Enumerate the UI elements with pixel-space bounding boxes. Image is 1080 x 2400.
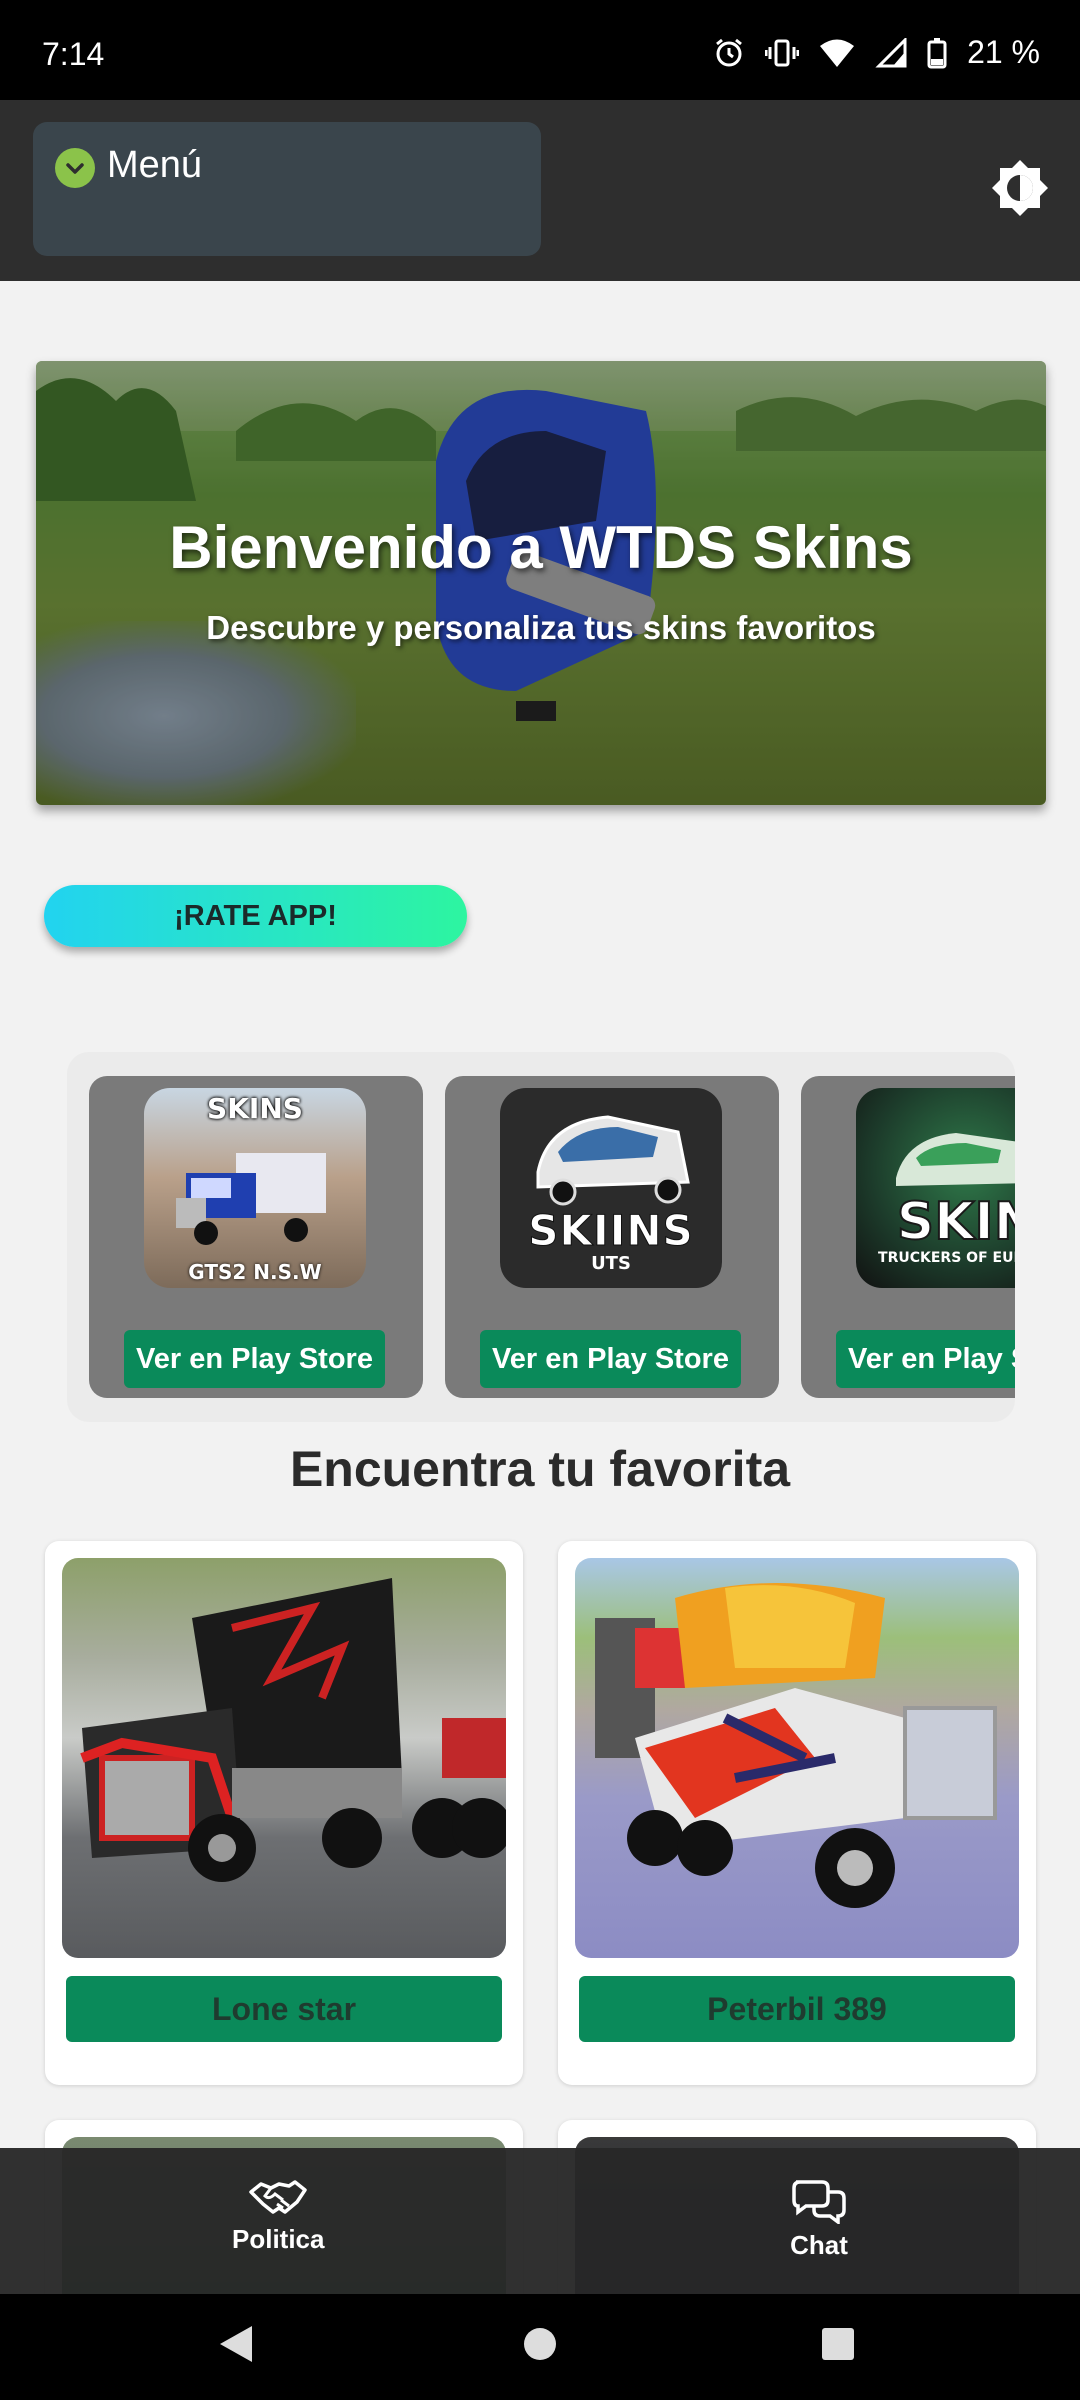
app-header: Menú: [0, 100, 1080, 281]
menu-button[interactable]: Menú: [33, 122, 541, 256]
home-icon[interactable]: [522, 2324, 558, 2364]
hero-banner: Bienvenido a WTDS Skins Descubre y perso…: [36, 361, 1046, 805]
app-thumb-subtitle: TRUCKERS OF EUROPE: [878, 1250, 1015, 1266]
truck-image: [896, 1133, 1015, 1186]
app-card: SKINS GTS2 N.S.W Ver en Play Store: [89, 1076, 423, 1398]
app-thumb-title: SKIN: [896, 1191, 1015, 1253]
skin-card[interactable]: Peterbil 389: [558, 1541, 1036, 2085]
vibrate-icon: [765, 39, 800, 66]
bottom-navigation: Politica Chat: [0, 2148, 1080, 2294]
apps-carousel[interactable]: SKINS GTS2 N.S.W Ver en Play Store SKIIN…: [67, 1052, 1015, 1422]
app-card: SKIN TRUCKERS OF EUROPE Ver en Play Stor…: [801, 1076, 1015, 1398]
rate-app-button[interactable]: ¡RATE APP!: [44, 885, 467, 947]
truck-image: [176, 1153, 326, 1245]
chevron-down-icon: [55, 148, 95, 188]
app-thumbnail[interactable]: SKIN TRUCKERS OF EUROPE: [856, 1088, 1015, 1288]
nav-chat-label: Chat: [790, 2230, 848, 2260]
recents-icon[interactable]: [820, 2324, 856, 2364]
menu-label: Menú: [107, 144, 203, 186]
hero-subtitle: Descubre y personaliza tus skins favorit…: [206, 609, 876, 646]
skin-name-button[interactable]: Peterbil 389: [579, 1976, 1015, 2042]
status-time: 7:14: [42, 36, 105, 72]
skin-image[interactable]: [575, 1558, 1019, 1958]
skin-image[interactable]: [62, 1558, 506, 1958]
nav-politica-label: Politica: [232, 2224, 325, 2254]
back-icon[interactable]: [218, 2324, 254, 2364]
nav-politica[interactable]: Politica: [232, 2178, 324, 2255]
skin-card[interactable]: Lone star: [45, 1541, 523, 2085]
status-bar: 7:14 21 %: [0, 0, 1080, 100]
section-title: Encuentra tu favorita: [289, 1441, 791, 1497]
app-thumb-subtitle: GTS2 N.S.W: [188, 1260, 322, 1284]
alarm-icon: [716, 38, 742, 66]
wifi-icon: [820, 39, 855, 67]
system-navigation-bar: [0, 2294, 1080, 2400]
handshake-icon: [249, 2180, 307, 2214]
skin-name-button[interactable]: Lone star: [66, 1976, 502, 2042]
brightness-icon[interactable]: [988, 156, 1052, 220]
app-thumbnail[interactable]: SKIINS UTS: [500, 1088, 722, 1288]
truck-image: [536, 1115, 690, 1206]
hero-title: Bienvenido a WTDS Skins: [169, 514, 913, 581]
app-thumb-subtitle: UTS: [591, 1253, 631, 1274]
play-store-button[interactable]: Ver en Play Store: [480, 1330, 741, 1388]
chat-icon: [792, 2180, 846, 2224]
nav-chat[interactable]: Chat: [790, 2178, 848, 2261]
battery-percent: 21 %: [967, 34, 1040, 70]
play-store-button[interactable]: Ver en Play Store: [836, 1330, 1015, 1388]
app-thumb-title: SKIINS: [528, 1206, 694, 1256]
truck-image: [595, 1583, 997, 1908]
truck-image: [80, 1578, 506, 1882]
app-thumbnail[interactable]: SKINS GTS2 N.S.W: [144, 1088, 366, 1288]
app-thumb-title: SKINS: [207, 1092, 303, 1125]
battery-icon: [927, 37, 947, 68]
signal-icon: [875, 37, 907, 67]
play-store-button[interactable]: Ver en Play Store: [124, 1330, 385, 1388]
app-card: SKIINS UTS Ver en Play Store: [445, 1076, 779, 1398]
status-icons: 21 %: [713, 34, 1040, 71]
